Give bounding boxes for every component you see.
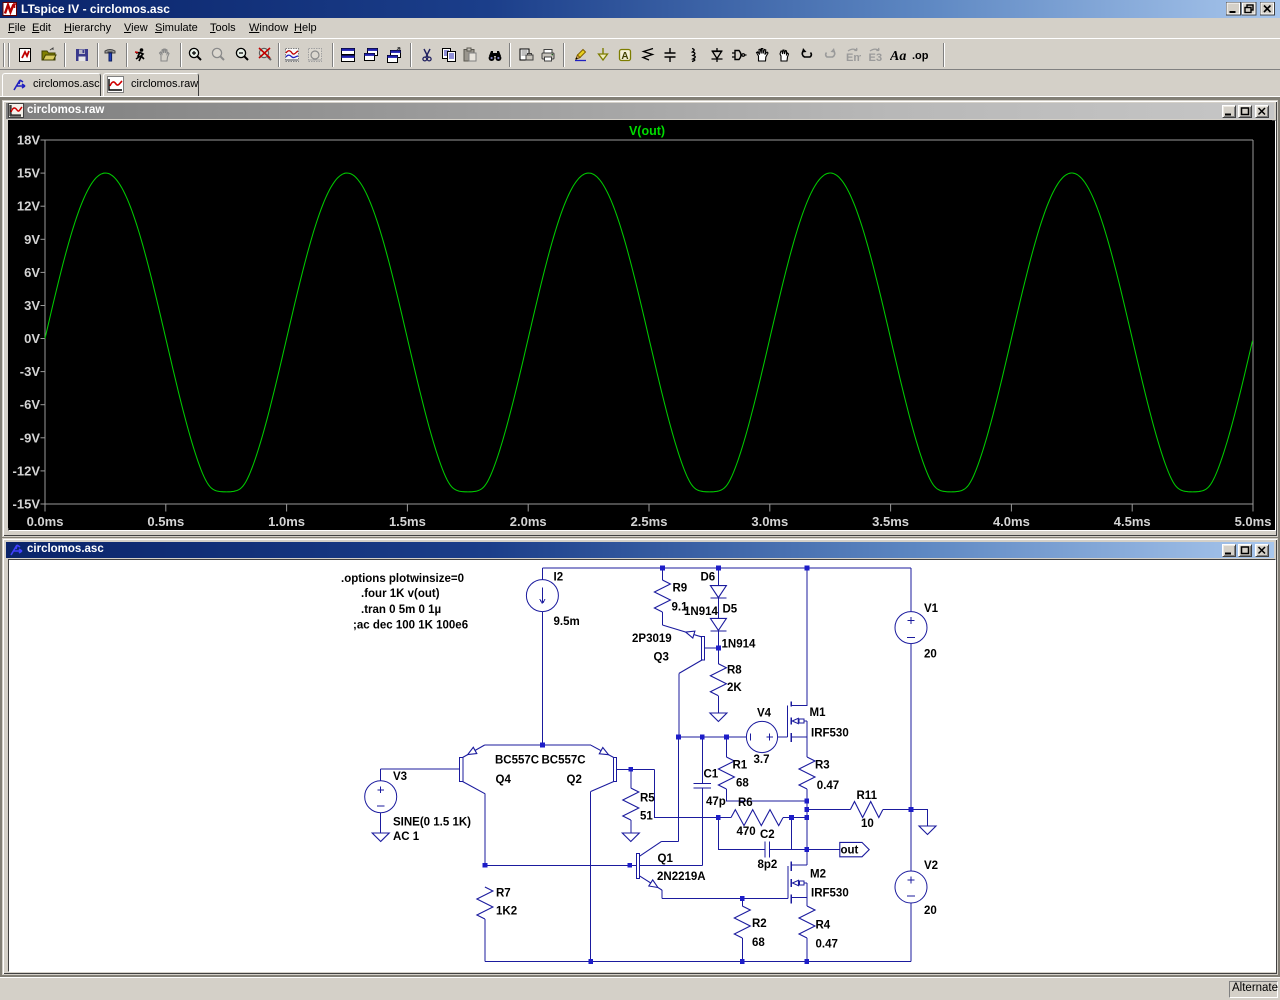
svg-text:2.5ms: 2.5ms: [631, 514, 668, 528]
svg-text:12V: 12V: [17, 199, 40, 214]
svg-text:3: 3: [876, 52, 882, 63]
svg-text:51: 51: [640, 811, 653, 823]
svg-text:I2: I2: [554, 572, 564, 584]
svg-text:.tran 0 5m 0 1µ: .tran 0 5m 0 1µ: [361, 604, 441, 616]
svg-text:4.5ms: 4.5ms: [1114, 514, 1151, 528]
svg-text:0.47: 0.47: [816, 939, 838, 951]
svg-text:Aa: Aa: [890, 49, 906, 63]
svg-text:R6: R6: [738, 797, 753, 809]
svg-text:BC557C: BC557C: [495, 755, 539, 767]
svg-text:R9: R9: [673, 583, 688, 595]
svg-text:R7: R7: [496, 888, 511, 900]
svg-text:68: 68: [752, 937, 765, 949]
svg-text:M1: M1: [810, 707, 827, 719]
svg-text:IRF530: IRF530: [811, 728, 849, 740]
svg-text:1K2: 1K2: [496, 906, 517, 918]
svg-text:1N914: 1N914: [722, 639, 756, 651]
svg-text:C1: C1: [704, 769, 719, 781]
svg-text:SINE(0 1.5 1K): SINE(0 1.5 1K): [393, 817, 471, 829]
svg-text:E: E: [869, 52, 876, 63]
svg-text:2P3019: 2P3019: [632, 633, 672, 645]
svg-text:4.0ms: 4.0ms: [993, 514, 1030, 528]
svg-text:9V: 9V: [24, 232, 40, 247]
svg-text:V4: V4: [757, 708, 772, 720]
svg-text:20: 20: [924, 905, 937, 917]
svg-text:Q1: Q1: [658, 853, 674, 865]
svg-text:Q2: Q2: [567, 774, 582, 786]
svg-text:10: 10: [861, 818, 874, 830]
svg-text:0.0ms: 0.0ms: [27, 514, 64, 528]
svg-text:A: A: [621, 51, 628, 62]
svg-text:.four 1K v(out): .four 1K v(out): [361, 588, 440, 600]
svg-text:C2: C2: [760, 829, 775, 841]
svg-text:-15V: -15V: [13, 497, 41, 512]
svg-text:8p2: 8p2: [758, 859, 778, 871]
svg-text:R5: R5: [640, 793, 655, 805]
svg-text:6V: 6V: [24, 265, 40, 280]
svg-text:3.0ms: 3.0ms: [751, 514, 788, 528]
svg-text:AC 1: AC 1: [393, 831, 420, 843]
svg-text:R3: R3: [815, 759, 830, 771]
svg-text:R8: R8: [727, 665, 742, 677]
svg-text:BC557C: BC557C: [542, 755, 586, 767]
svg-text:1.5ms: 1.5ms: [389, 514, 426, 528]
svg-text:V3: V3: [393, 771, 407, 783]
svg-text:R2: R2: [752, 918, 767, 930]
svg-text:R4: R4: [816, 920, 831, 932]
svg-text:1.0ms: 1.0ms: [268, 514, 305, 528]
svg-text:470: 470: [737, 826, 756, 838]
svg-text:0.5ms: 0.5ms: [147, 514, 184, 528]
svg-text:0.47: 0.47: [817, 780, 839, 792]
svg-text:Q3: Q3: [654, 652, 669, 664]
svg-text:out: out: [841, 845, 859, 857]
svg-text:3V: 3V: [24, 298, 40, 313]
svg-text:15V: 15V: [17, 166, 40, 181]
svg-text:-3V: -3V: [20, 364, 41, 379]
svg-text:-6V: -6V: [20, 397, 41, 412]
svg-text:.op: .op: [912, 50, 929, 62]
svg-text:D6: D6: [701, 572, 716, 584]
svg-text:M2: M2: [810, 869, 826, 881]
svg-text:D5: D5: [723, 604, 738, 616]
svg-text:68: 68: [736, 777, 749, 789]
svg-text:-9V: -9V: [20, 430, 41, 445]
svg-text:.options plotwinsize=0: .options plotwinsize=0: [341, 573, 464, 585]
svg-text:-12V: -12V: [13, 463, 41, 478]
svg-text:3.5ms: 3.5ms: [872, 514, 909, 528]
svg-text:9.5m: 9.5m: [554, 616, 580, 628]
svg-text:Em: Em: [846, 52, 861, 63]
svg-text:0V: 0V: [24, 331, 40, 346]
svg-text:V(out): V(out): [629, 124, 665, 138]
svg-text:5.0ms: 5.0ms: [1235, 514, 1272, 528]
svg-text:Q4: Q4: [496, 774, 512, 786]
svg-text:R11: R11: [857, 790, 878, 802]
svg-text:;ac dec 100 1K 100e6: ;ac dec 100 1K 100e6: [353, 620, 468, 632]
svg-text:47p: 47p: [706, 796, 726, 808]
svg-text:R1: R1: [733, 760, 748, 772]
svg-text:V2: V2: [924, 860, 938, 872]
svg-text:2.0ms: 2.0ms: [510, 514, 547, 528]
svg-text:1N914: 1N914: [684, 606, 718, 618]
svg-text:3.7: 3.7: [754, 754, 770, 766]
svg-text:2N2219A: 2N2219A: [657, 871, 706, 883]
svg-text:20: 20: [924, 649, 937, 661]
svg-text:2K: 2K: [727, 682, 742, 694]
svg-text:V1: V1: [924, 603, 939, 615]
svg-text:18V: 18V: [17, 133, 40, 148]
svg-text:IRF530: IRF530: [811, 888, 849, 900]
